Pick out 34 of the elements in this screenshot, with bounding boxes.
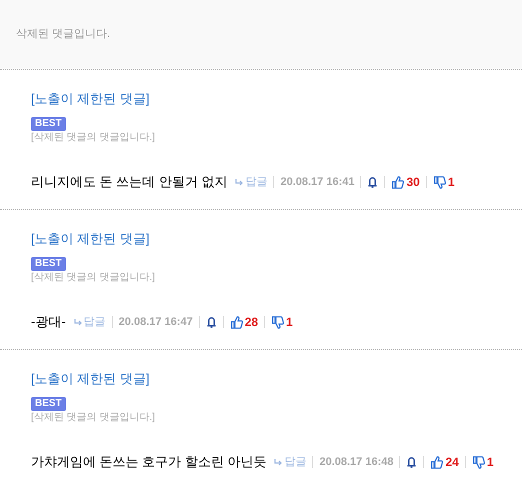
like-button[interactable]: 30 <box>391 173 420 191</box>
best-badge: BEST <box>31 397 66 411</box>
comment-date: 20.08.17 16:47 <box>118 314 193 330</box>
deleted-comment-notice: 삭제된 댓글입니다. <box>16 27 110 42</box>
dislike-button[interactable]: 1 <box>271 313 293 331</box>
comment-text: 리니지에도 돈 쓰는데 안될거 없지 <box>31 173 228 192</box>
bell-icon[interactable] <box>367 176 378 188</box>
like-button[interactable]: 28 <box>230 313 258 331</box>
comment-text: -광대- <box>31 313 66 332</box>
best-badge: BEST <box>31 257 66 271</box>
reply-arrow-icon <box>235 178 244 186</box>
thumbs-down-icon <box>432 176 446 188</box>
best-badge: BEST <box>31 117 66 131</box>
comment-text: 가챠게임에 돈쓰는 호구가 할소린 아닌듯 <box>31 453 266 472</box>
reply-arrow-icon <box>274 458 284 466</box>
comment-date: 20.08.17 16:41 <box>280 174 354 190</box>
thumbs-up-icon <box>430 456 444 468</box>
dislike-button[interactable]: 1 <box>472 453 494 471</box>
restricted-comment-label: [노출이 제한된 댓글] <box>31 230 150 248</box>
deleted-parent-notice: [삭제된 댓글의 댓글입니다.] <box>31 131 155 145</box>
deleted-parent-notice: [삭제된 댓글의 댓글입니다.] <box>31 411 155 425</box>
restricted-comment-label: [노출이 제한된 댓글] <box>31 370 150 388</box>
bell-icon[interactable] <box>206 316 217 328</box>
reply-arrow-icon <box>74 318 83 326</box>
like-button[interactable]: 24 <box>430 453 459 471</box>
dislike-button[interactable]: 1 <box>432 173 455 191</box>
thumbs-down-icon <box>271 316 284 328</box>
thumbs-up-icon <box>391 176 404 188</box>
bell-icon[interactable] <box>406 456 418 468</box>
thumbs-down-icon <box>472 456 485 468</box>
deleted-parent-notice: [삭제된 댓글의 댓글입니다.] <box>31 271 155 285</box>
restricted-comment-label: [노출이 제한된 댓글] <box>31 90 150 108</box>
comment-date: 20.08.17 16:48 <box>319 454 394 470</box>
thumbs-up-icon <box>230 316 243 328</box>
